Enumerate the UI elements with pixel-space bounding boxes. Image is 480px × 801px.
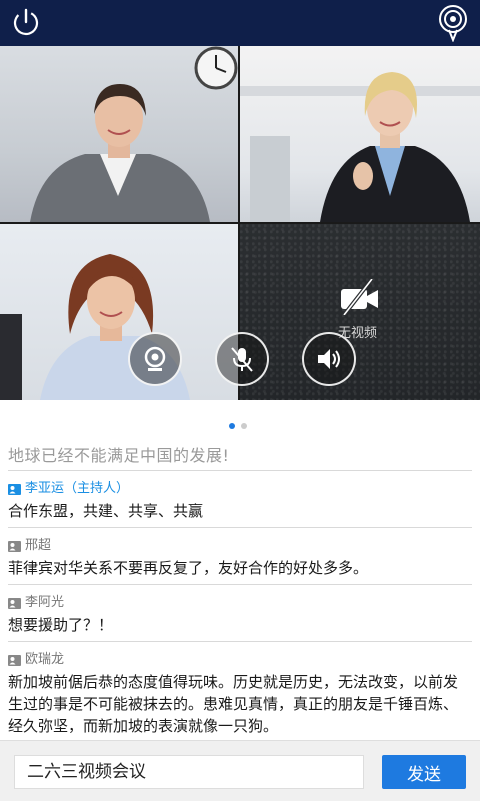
divider	[8, 527, 472, 528]
message-text: 菲律宾对华关系不要再反复了，友好合作的好处多多。	[8, 559, 369, 577]
mic-button[interactable]	[215, 332, 269, 386]
sender-name-text: 李亚运（主持人）	[25, 481, 130, 496]
message-text: 想要援助了？！	[8, 616, 114, 634]
camera-icon	[144, 346, 166, 371]
power-icon[interactable]	[10, 6, 42, 38]
sender-name: 邢超	[8, 537, 472, 555]
sender-name: 李亚运（主持人）	[8, 480, 472, 498]
divider	[8, 641, 472, 642]
send-button[interactable]: 发送	[382, 755, 466, 789]
video-tile-1[interactable]	[0, 46, 238, 222]
speaker-icon[interactable]	[435, 4, 471, 42]
user-card-icon	[8, 540, 21, 552]
participant-1-video	[30, 46, 238, 222]
input-bar: 二六三视频会议 发送	[0, 740, 480, 801]
sender-name: 李阿光	[8, 594, 472, 612]
volume-button[interactable]	[302, 332, 356, 386]
participant-2-video	[240, 72, 480, 222]
chat-message: 邢超 菲律宾对华关系不要再反复了，友好合作的好处多多。	[8, 537, 472, 579]
system-message: 地球已经不能满足中国的发展!	[8, 446, 230, 465]
sender-name-text: 邢超	[25, 538, 52, 553]
video-tile-3[interactable]	[0, 224, 238, 400]
page-dot-active[interactable]	[229, 423, 235, 429]
video-tile-2[interactable]	[240, 46, 480, 222]
user-card-icon	[8, 597, 21, 609]
message-text: 新加坡前倨后恭的态度值得玩味。历史就是历史，无法改变，以前发生过的事是不可能被抹…	[8, 673, 459, 735]
volume-icon	[318, 349, 340, 369]
no-video-icon	[341, 279, 378, 315]
video-grid: 无视频	[0, 46, 480, 400]
sender-name: 欧瑞龙	[8, 651, 472, 669]
message-input[interactable]: 二六三视频会议	[14, 755, 364, 789]
top-bar	[0, 0, 480, 46]
camera-button[interactable]	[128, 332, 182, 386]
chat-message: 欧瑞龙 新加坡前倨后恭的态度值得玩味。历史就是历史，无法改变，以前发生过的事是不…	[8, 651, 472, 737]
chat-list[interactable]: 地球已经不能满足中国的发展! 李亚运（主持人） 合作东盟，共建、共享、共赢 邢超…	[0, 434, 480, 738]
participant-3-video	[0, 254, 190, 400]
sender-name-text: 欧瑞龙	[25, 652, 65, 667]
page-indicator	[226, 414, 250, 429]
chat-message: 李阿光 想要援助了？！	[8, 594, 472, 636]
chat-message: 李亚运（主持人） 合作东盟，共建、共享、共赢	[8, 480, 472, 522]
divider	[8, 584, 472, 585]
mic-muted-icon	[231, 347, 253, 372]
divider	[8, 470, 472, 471]
sender-name-text: 李阿光	[25, 595, 65, 610]
video-tile-4[interactable]: 无视频	[240, 224, 480, 400]
page-dot[interactable]	[241, 423, 247, 429]
message-text: 合作东盟，共建、共享、共赢	[8, 502, 204, 520]
user-card-icon	[8, 483, 21, 495]
user-card-icon	[8, 654, 21, 666]
